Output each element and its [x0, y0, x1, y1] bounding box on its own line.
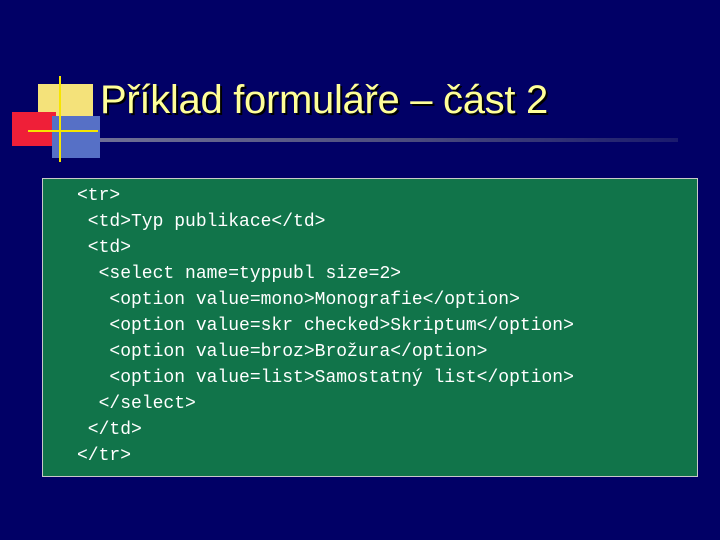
title-underline [100, 138, 678, 142]
code-line: <option value=mono>Monografie</option> [77, 290, 520, 310]
slide-logo-decoration [0, 0, 110, 170]
code-line: </tr> [77, 446, 132, 466]
slide-title: Příklad formuláře – část 2 [100, 78, 548, 122]
logo-red-square [12, 112, 56, 146]
logo-horizontal-line [28, 130, 98, 132]
code-line: </select> [77, 394, 196, 414]
code-box: <tr> <td>Typ publikace</td> <td> <select… [42, 178, 698, 477]
code-line: <option value=list>Samostatný list</opti… [77, 368, 574, 388]
code-line: <tr> [77, 186, 121, 206]
code-block: <tr> <td>Typ publikace</td> <td> <select… [77, 183, 574, 469]
code-line: <option value=broz>Brožura</option> [77, 342, 488, 362]
logo-vertical-line [59, 76, 61, 162]
code-line: <td> [77, 238, 132, 258]
code-line: <select name=typpubl size=2> [77, 264, 402, 284]
code-line: <td>Typ publikace</td> [77, 212, 326, 232]
code-line: </td> [77, 420, 142, 440]
code-line: <option value=skr checked>Skriptum</opti… [77, 316, 574, 336]
